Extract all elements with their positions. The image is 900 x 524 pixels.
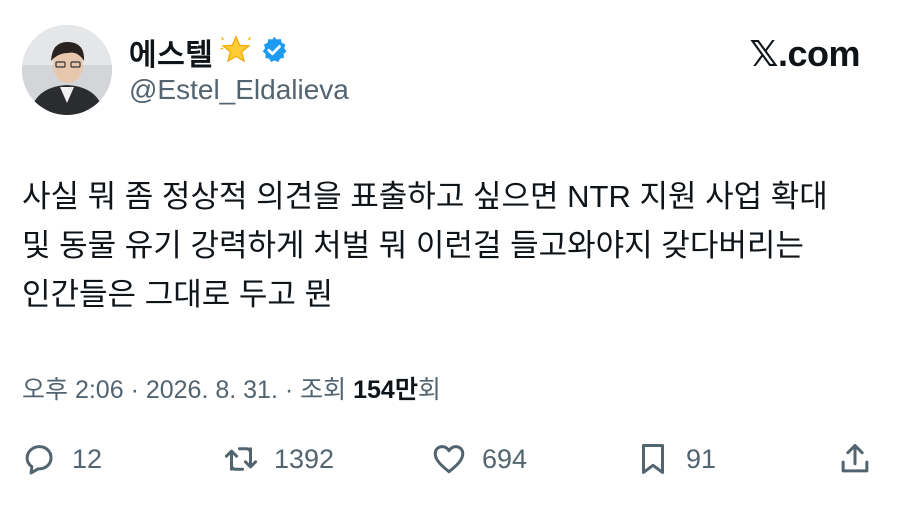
star-emoji-icon (219, 33, 253, 72)
tweet-line: 및 동물 유기 강력하게 처벌 뭐 이런걸 들고와야지 갖다버리는 (22, 228, 804, 263)
reply-button[interactable]: 12 (20, 440, 102, 478)
tweet-line: 인간들은 그대로 두고 뭔 (22, 277, 334, 312)
x-com-logo: 𝕏.com (749, 33, 860, 74)
bookmark-button[interactable]: 91 (634, 440, 716, 478)
verified-badge-icon (259, 35, 289, 70)
views-suffix: 회 (417, 376, 441, 404)
tweet-text: 사실 뭐 좀 정상적 의견을 표출하고 싶으면 NTR 지원 사업 확대 및 동… (22, 172, 882, 319)
retweet-icon (224, 447, 258, 471)
meta-separator: · (284, 376, 294, 404)
heart-icon (433, 445, 465, 474)
share-button[interactable] (836, 440, 874, 478)
retweet-button[interactable]: 1392 (222, 440, 334, 478)
avatar[interactable] (22, 25, 112, 115)
share-icon (841, 444, 869, 473)
author-handle[interactable]: @Estel_Eldalieva (129, 74, 349, 106)
tweet-meta: 오후 2:06 · 2026. 8. 31. · 조회 154만회 (22, 370, 441, 406)
retweet-count: 1392 (274, 443, 335, 474)
like-count: 694 (482, 443, 528, 474)
action-bar: 12 1392 694 91 (0, 440, 900, 488)
avatar-photo (22, 25, 112, 115)
bookmark-count: 91 (686, 443, 717, 474)
tweet-date[interactable]: 2026. 8. 31. (146, 376, 278, 404)
tweet-time[interactable]: 오후 2:06 (22, 376, 124, 404)
bookmark-icon (641, 444, 665, 474)
reply-icon (25, 445, 53, 475)
views-count: 154만 (353, 376, 418, 404)
display-name[interactable]: 에스텔 (129, 30, 213, 74)
meta-separator: · (130, 376, 139, 404)
reply-count: 12 (72, 443, 103, 474)
author-name-row[interactable]: 에스텔 (129, 32, 289, 72)
like-button[interactable]: 694 (430, 440, 527, 478)
views-label: 조회 (300, 376, 347, 404)
tweet-line: 사실 뭐 좀 정상적 의견을 표출하고 싶으면 NTR 지원 사업 확대 (22, 179, 828, 214)
